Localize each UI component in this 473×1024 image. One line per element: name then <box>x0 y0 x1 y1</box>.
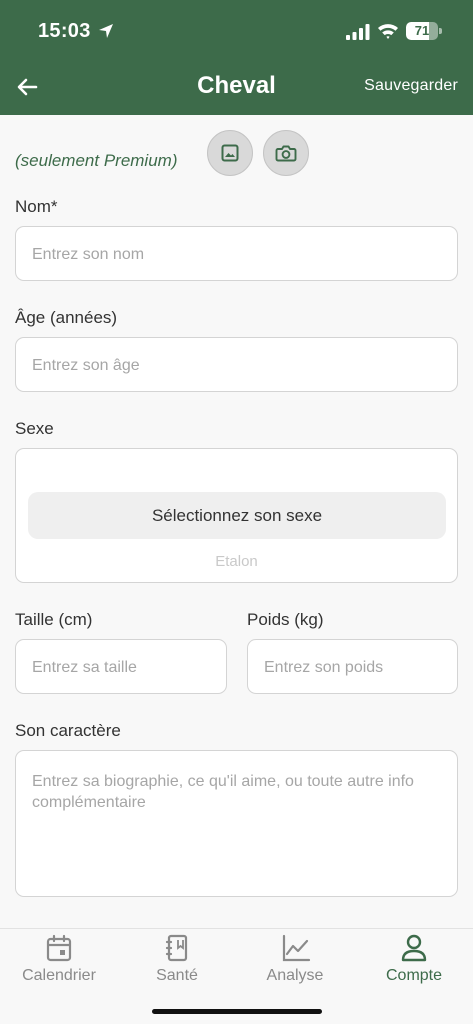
tab-label: Santé <box>156 967 198 984</box>
weight-placeholder: Entrez son poids <box>264 659 384 676</box>
premium-note: (seulement Premium) <box>15 151 178 170</box>
tab-label: Analyse <box>266 967 324 984</box>
camera-button[interactable] <box>263 130 309 176</box>
save-button[interactable]: Sauvegarder <box>364 77 458 95</box>
wifi-icon <box>378 24 398 39</box>
age-input[interactable]: Entrez son âge <box>15 337 458 392</box>
bio-textarea[interactable]: Entrez sa biographie, ce qu'il aime, ou … <box>15 750 458 897</box>
tab-compte[interactable]: Compte <box>355 929 473 997</box>
battery-indicator: 71 <box>406 22 442 40</box>
name-label: Nom* <box>15 197 58 216</box>
weight-input[interactable]: Entrez son poids <box>247 639 458 694</box>
battery-level-text: 71 <box>414 23 430 38</box>
tab-label: Calendrier <box>22 967 96 984</box>
camera-icon <box>275 145 297 162</box>
height-label: Taille (cm) <box>15 610 93 629</box>
age-label: Âge (années) <box>15 308 118 327</box>
tab-sante[interactable]: Santé <box>118 929 236 997</box>
home-indicator <box>152 1009 322 1014</box>
notebook-icon <box>165 934 188 962</box>
age-placeholder: Entrez son âge <box>32 357 140 374</box>
tab-bar: Calendrier Santé Analyse Compte <box>0 928 473 1024</box>
name-input[interactable]: Entrez son nom <box>15 226 458 281</box>
location-arrow-icon <box>99 24 113 38</box>
sex-label: Sexe <box>15 419 54 438</box>
height-placeholder: Entrez sa taille <box>32 659 137 676</box>
status-time: 15:03 <box>38 20 91 42</box>
gallery-button[interactable] <box>207 130 253 176</box>
tab-label: Compte <box>385 967 443 984</box>
bio-placeholder: Entrez sa biographie, ce qu'il aime, ou … <box>32 773 414 811</box>
sex-picker-selected[interactable]: Sélectionnez son sexe <box>28 492 446 539</box>
image-icon <box>221 144 239 162</box>
tab-analyse[interactable]: Analyse <box>236 929 354 997</box>
app-header: 15:03 71 Cheval Sauvegarder <box>0 0 473 115</box>
chart-icon <box>282 934 311 962</box>
height-input[interactable]: Entrez sa taille <box>15 639 227 694</box>
tab-calendrier[interactable]: Calendrier <box>0 929 118 997</box>
sex-picker[interactable]: Sélectionnez son sexe Etalon <box>15 448 458 583</box>
bio-label: Son caractère <box>15 721 121 740</box>
sex-picker-option[interactable]: Etalon <box>16 553 457 570</box>
user-icon <box>401 934 427 962</box>
cellular-signal-icon <box>346 24 370 40</box>
name-placeholder: Entrez son nom <box>32 246 145 263</box>
weight-label: Poids (kg) <box>247 610 324 629</box>
calendar-icon <box>46 934 72 962</box>
